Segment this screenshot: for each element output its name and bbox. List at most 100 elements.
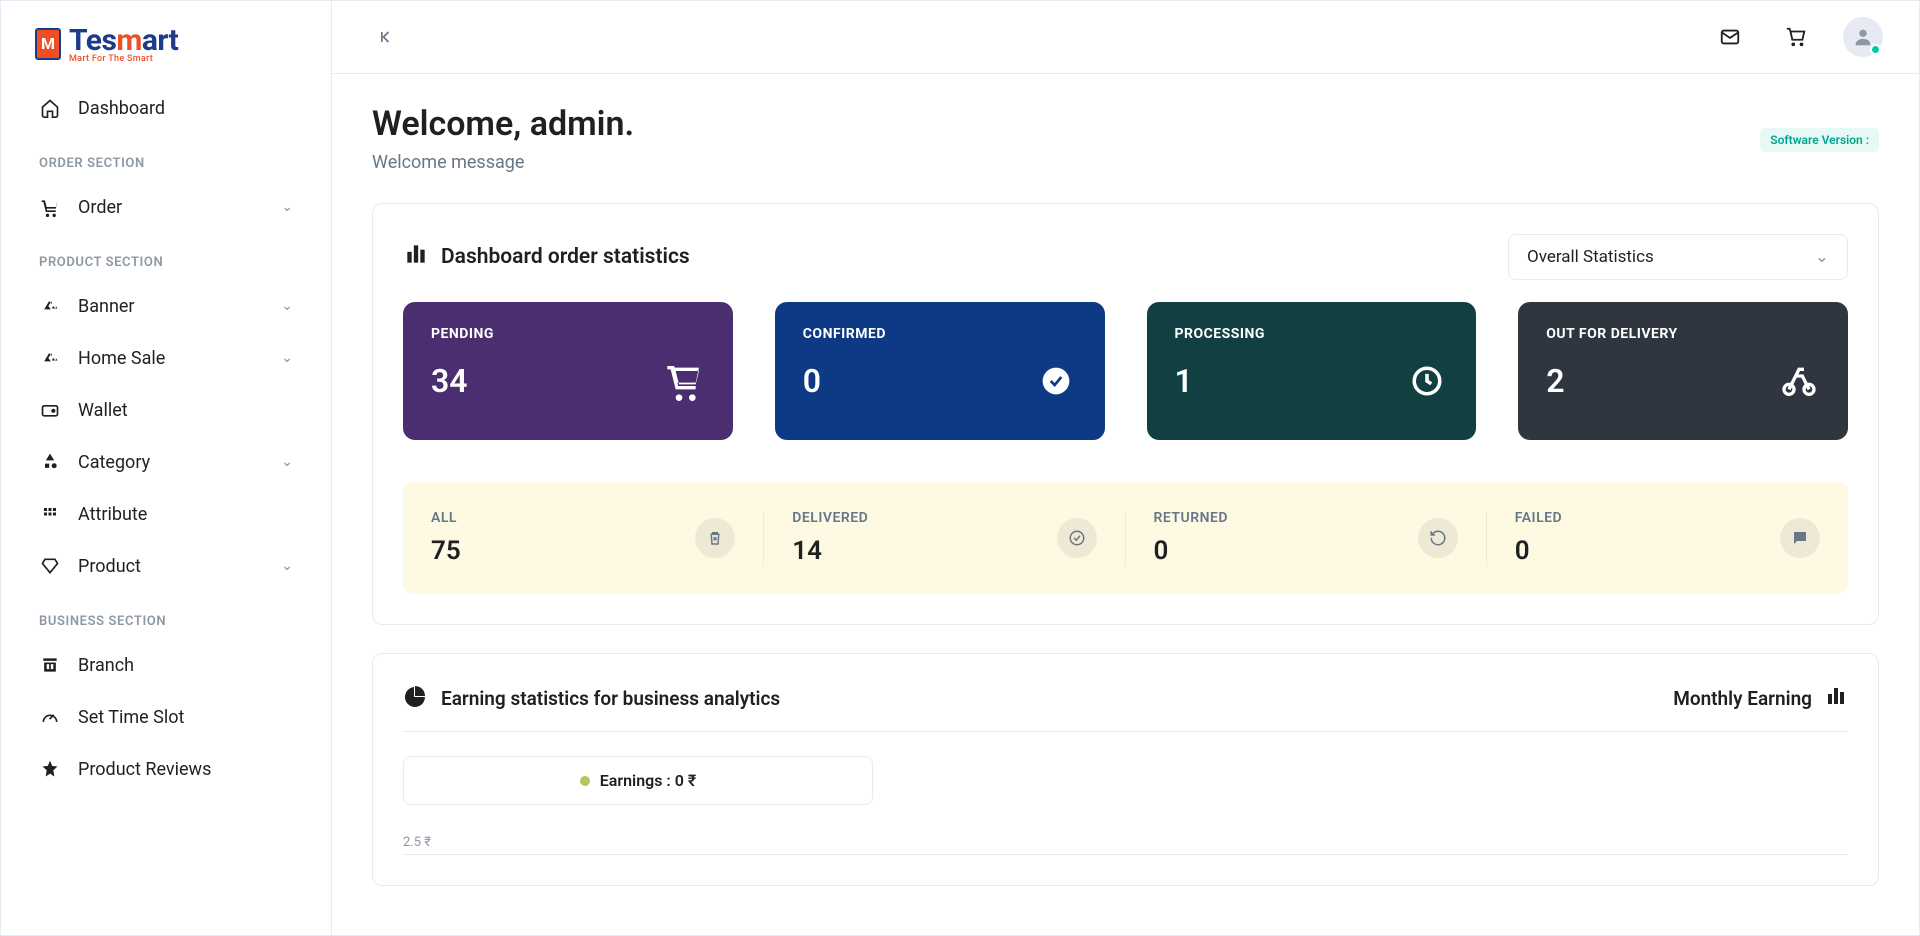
chevron-down-icon: ⌄ — [281, 199, 293, 215]
sidebar-item-home-sale[interactable]: Home Sale ⌄ — [1, 332, 331, 384]
star-icon — [39, 758, 61, 780]
stat-value: 14 — [792, 536, 868, 566]
sidebar-item-label: Home Sale — [78, 348, 264, 369]
legend-dot-icon — [580, 776, 590, 786]
panel-title-text: Dashboard order statistics — [441, 245, 690, 269]
chevron-down-icon: ⌄ — [281, 454, 293, 470]
sidebar-item-label: Set Time Slot — [78, 707, 293, 728]
order-statistics-panel: Dashboard order statistics Overall Stati… — [372, 203, 1879, 625]
main-content: Welcome, admin. Welcome message Software… — [332, 1, 1919, 935]
stat-card-out-for-delivery[interactable]: OUT FOR DELIVERY 2 — [1518, 302, 1848, 440]
bike-icon — [1778, 360, 1820, 402]
store-icon — [39, 654, 61, 676]
stat-label: OUT FOR DELIVERY — [1546, 326, 1820, 342]
y-axis-label: 2.5 ₹ — [403, 835, 431, 850]
sidebar-item-dashboard[interactable]: Dashboard — [1, 82, 331, 134]
section-header-product: PRODUCT SECTION — [1, 233, 331, 280]
stat-value: 0 — [1515, 536, 1562, 566]
brand-logo[interactable]: M Tesmart Mart For The Smart — [1, 1, 331, 82]
stat-card-processing[interactable]: PROCESSING 1 — [1147, 302, 1477, 440]
mail-icon[interactable] — [1711, 18, 1749, 56]
pie-chart-icon — [403, 684, 427, 713]
select-value: Overall Statistics — [1527, 247, 1654, 267]
bar-chart-icon — [1824, 684, 1848, 713]
sidebar-item-wallet[interactable]: Wallet — [1, 384, 331, 436]
sidebar-item-label: Banner — [78, 296, 264, 317]
sidebar-item-attribute[interactable]: Attribute — [1, 488, 331, 540]
sidebar-item-label: Attribute — [78, 504, 293, 525]
stat-card-confirmed[interactable]: CONFIRMED 0 — [775, 302, 1105, 440]
terrain-icon — [39, 347, 61, 369]
statistics-select[interactable]: Overall Statistics ⌄ — [1508, 234, 1848, 280]
topbar — [332, 1, 1919, 74]
check-circle-icon — [1035, 360, 1077, 402]
stat-label: RETURNED — [1154, 510, 1229, 526]
stat-value: 2 — [1546, 362, 1564, 400]
stat-value: 1 — [1175, 362, 1193, 400]
stat-value: 0 — [1154, 536, 1229, 566]
chevron-down-icon: ⌄ — [281, 558, 293, 574]
chart-area: 2.5 ₹ — [403, 835, 1848, 855]
stat-value: 0 — [803, 362, 821, 400]
grid-icon — [39, 503, 61, 525]
stat-card-pending[interactable]: PENDING 34 — [403, 302, 733, 440]
history-icon — [1418, 518, 1458, 558]
earning-right-label: Monthly Earning — [1673, 687, 1812, 710]
sidebar-item-branch[interactable]: Branch — [1, 639, 331, 691]
logo-icon: M — [35, 28, 61, 60]
brand-text-2: m — [116, 23, 142, 58]
stat-value: 75 — [431, 536, 461, 566]
chevron-down-icon: ⌄ — [281, 298, 293, 314]
earning-title-text: Earning statistics for business analytic… — [441, 687, 780, 710]
sidebar-item-label: Product Reviews — [78, 759, 293, 780]
sidebar-item-reviews[interactable]: Product Reviews — [1, 743, 331, 795]
stat-label: FAILED — [1515, 510, 1562, 526]
section-header-business: BUSINESS SECTION — [1, 592, 331, 639]
sidebar-item-label: Order — [78, 197, 264, 218]
brand-text-1: Tes — [69, 23, 116, 58]
stat-value: 34 — [431, 362, 468, 400]
stat-failed[interactable]: FAILED 0 — [1487, 510, 1848, 566]
sidebar-item-product[interactable]: Product ⌄ — [1, 540, 331, 592]
collapse-sidebar-button[interactable] — [368, 19, 404, 55]
check-icon — [1057, 518, 1097, 558]
earning-panel: Earning statistics for business analytic… — [372, 653, 1879, 886]
page-title: Welcome, admin. — [372, 104, 634, 144]
sidebar-item-label: Wallet — [78, 400, 293, 421]
stat-returned[interactable]: RETURNED 0 — [1126, 510, 1487, 566]
terrain-icon — [39, 295, 61, 317]
sidebar-item-label: Category — [78, 452, 264, 473]
speed-icon — [39, 706, 61, 728]
sidebar-item-label: Dashboard — [78, 98, 293, 119]
stat-label: PROCESSING — [1175, 326, 1449, 342]
stat-all[interactable]: ALL 75 — [403, 510, 764, 566]
version-badge: Software Version : — [1760, 128, 1879, 152]
chevron-down-icon: ⌄ — [281, 350, 293, 366]
clock-icon — [1406, 360, 1448, 402]
sidebar-item-banner[interactable]: Banner ⌄ — [1, 280, 331, 332]
chart-legend[interactable]: Earnings : 0 ₹ — [403, 756, 873, 805]
sidebar-item-time-slot[interactable]: Set Time Slot — [1, 691, 331, 743]
chevron-down-icon: ⌄ — [1815, 247, 1829, 267]
page-subtitle: Welcome message — [372, 152, 634, 173]
user-avatar[interactable] — [1843, 17, 1883, 57]
stat-label: CONFIRMED — [803, 326, 1077, 342]
sidebar-item-category[interactable]: Category ⌄ — [1, 436, 331, 488]
stat-delivered[interactable]: DELIVERED14 — [764, 510, 1125, 566]
status-dot-icon — [1870, 44, 1881, 55]
stat-label: ALL — [431, 510, 461, 526]
stat-label: PENDING — [431, 326, 705, 342]
brand-text-3: art — [142, 23, 178, 58]
diamond-icon — [39, 555, 61, 577]
wallet-icon — [39, 399, 61, 421]
message-icon — [1780, 518, 1820, 558]
cart-icon — [663, 360, 705, 402]
sidebar-item-label: Branch — [78, 655, 293, 676]
cart-icon[interactable] — [1777, 18, 1815, 56]
sidebar-item-label: Product — [78, 556, 264, 577]
cart-icon — [39, 196, 61, 218]
category-icon — [39, 451, 61, 473]
sidebar-item-order[interactable]: Order ⌄ — [1, 181, 331, 233]
legend-text: Earnings : 0 ₹ — [600, 771, 697, 790]
section-header-order: ORDER SECTION — [1, 134, 331, 181]
